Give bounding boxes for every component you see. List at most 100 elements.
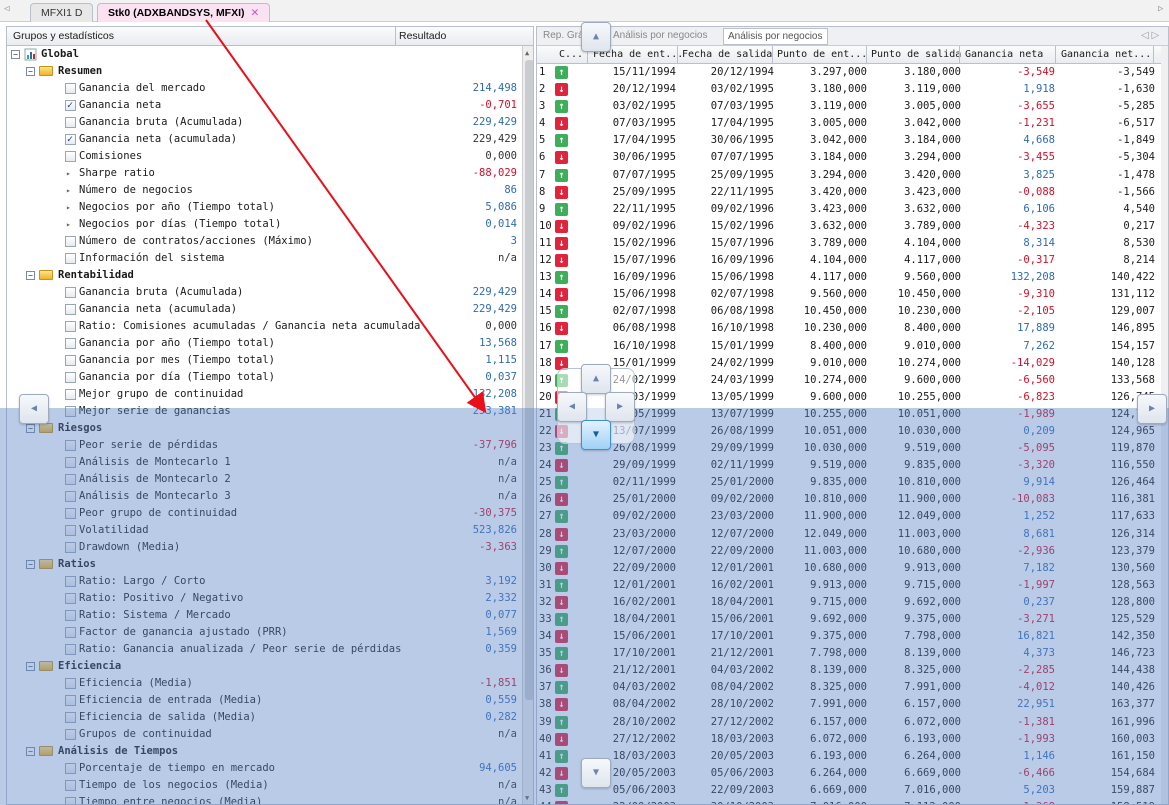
trade-row[interactable]: 1 ↑ 15/11/1994 20/12/1994 3.297,000 3.180,000… (537, 64, 1162, 82)
collapse-icon[interactable]: − (11, 50, 20, 59)
tree-row[interactable]: Eficiencia de salida (Media) 0,282 (7, 709, 521, 726)
tree-row[interactable]: Ganancia bruta (Acumulada) 229,429 (7, 284, 521, 301)
tab-strip-nav-icon[interactable]: ◁ ▷ (1141, 30, 1159, 41)
column-header[interactable]: Ganancia neta (965, 49, 1043, 60)
tab-analisis-negocios-1[interactable]: Análisis por negocios (613, 30, 708, 41)
tab-stk0[interactable]: Stk0 (ADXBANDSYS, MFXI) ✕ (97, 3, 271, 22)
trade-row[interactable]: 7 ↑ 07/07/1995 25/09/1995 3.294,000 3.420,000… (537, 166, 1162, 184)
column-header-result[interactable]: Resultado (399, 30, 446, 42)
tree-row[interactable]: Ratio: Sistema / Mercado 0,077 (7, 607, 521, 624)
trade-row[interactable]: 42 ↓ 20/05/2003 05/06/2003 6.264,000 6.669,00… (537, 765, 1162, 782)
tree-root[interactable]: − Global (7, 46, 521, 63)
column-header[interactable]: Punto de salida (871, 49, 961, 60)
tree-row[interactable]: Ganancia por año (Tiempo total) 13,568 (7, 335, 521, 352)
tree-row[interactable]: Ganancia neta (acumulada) 229,429 (7, 131, 521, 148)
row-checkbox[interactable] (65, 508, 76, 519)
trade-row[interactable]: 40 ↓ 27/12/2002 18/03/2003 6.072,000 6.193,00… (537, 731, 1162, 748)
trade-row[interactable]: 36 ↓ 21/12/2001 04/03/2002 8.139,000 8.325,00… (537, 662, 1162, 679)
tree-category[interactable]: − Resumen (7, 63, 521, 80)
row-checkbox[interactable] (65, 457, 76, 468)
trade-row[interactable]: 28 ↓ 23/03/2000 12/07/2000 12.049,000 11.003,… (537, 526, 1162, 543)
row-checkbox[interactable] (65, 610, 76, 621)
dock-center-right-icon[interactable]: ▶ (605, 392, 635, 422)
trade-row[interactable]: 24 ↓ 29/09/1999 02/11/1999 9.519,000 9.835,00… (537, 457, 1162, 474)
tree-row[interactable]: ▸ Negocios por año (Tiempo total) 5,086 (7, 199, 521, 216)
row-checkbox[interactable] (65, 627, 76, 638)
tree-row[interactable]: Ratio: Ganancia anualizada / Peor serie … (7, 641, 521, 658)
tree-row[interactable]: Tiempo entre negocios (Media) n/a (7, 794, 521, 804)
tree-row[interactable]: Ratio: Comisiones acumuladas / Ganancia … (7, 318, 521, 335)
tree-row[interactable]: Ganancia por día (Tiempo total) 0,037 (7, 369, 521, 386)
tree-row[interactable]: ▸ Negocios por días (Tiempo total) 0,014 (7, 216, 521, 233)
trade-row[interactable]: 13 ↑ 16/09/1996 15/06/1998 4.117,000 9.560,00… (537, 269, 1162, 287)
trade-row[interactable]: 31 ↑ 12/01/2001 16/02/2001 9.913,000 9.715,00… (537, 576, 1162, 594)
tree-category[interactable]: − Riesgos (7, 420, 521, 437)
row-checkbox[interactable] (65, 440, 76, 451)
collapse-icon[interactable]: − (26, 747, 35, 756)
trade-row[interactable]: 30 ↓ 22/09/2000 12/01/2001 10.680,000 9.913,0… (537, 560, 1162, 577)
tree-row[interactable]: Volatilidad 523,826 (7, 522, 521, 539)
tree-row[interactable]: Tiempo de los negocios (Media) n/a (7, 777, 521, 794)
row-checkbox[interactable] (65, 117, 76, 128)
trade-row[interactable]: 32 ↓ 16/02/2001 18/04/2001 9.715,000 9.692,00… (537, 594, 1162, 611)
tree-category[interactable]: − Ratios (7, 556, 521, 573)
scroll-up-icon[interactable]: ▲ (525, 49, 529, 57)
row-checkbox[interactable] (65, 491, 76, 502)
trade-row[interactable]: 16 ↓ 06/08/1998 16/10/1998 10.230,000 8.400,0… (537, 320, 1162, 337)
tree-row[interactable]: Factor de ganancia ajustado (PRR) 1,569 (7, 624, 521, 641)
collapse-icon[interactable]: − (26, 424, 35, 433)
dock-top-icon[interactable]: ▲ (581, 22, 611, 52)
column-header[interactable]: C... (559, 49, 583, 60)
trade-row[interactable]: 37 ↑ 04/03/2002 08/04/2002 8.325,000 7.991,00… (537, 679, 1162, 697)
row-checkbox[interactable] (65, 253, 76, 264)
column-header[interactable]: Fecha de salida (682, 49, 772, 60)
trade-row[interactable]: 25 ↑ 02/11/1999 25/01/2000 9.835,000 10.810,0… (537, 474, 1162, 492)
trade-row[interactable]: 5 ↑ 17/04/1995 30/06/1995 3.042,000 3.184,000… (537, 132, 1162, 150)
tree-row[interactable]: Peor serie de pérdidas -37,796 (7, 437, 521, 454)
tree-row[interactable]: ▸ Número de negocios 86 (7, 182, 521, 199)
vertical-scrollbar[interactable]: ▲ ▼ (522, 46, 533, 804)
scrollbar-thumb[interactable] (525, 60, 533, 700)
trade-row[interactable]: 38 ↓ 08/04/2002 28/10/2002 7.991,000 6.157,00… (537, 696, 1162, 713)
row-checkbox[interactable] (65, 525, 76, 536)
tree-category[interactable]: − Rentabilidad (7, 267, 521, 284)
row-checkbox[interactable] (65, 474, 76, 485)
trade-row[interactable]: 35 ↑ 17/10/2001 21/12/2001 7.798,000 8.139,00… (537, 645, 1162, 663)
trade-row[interactable]: 8 ↓ 25/09/1995 22/11/1995 3.420,000 3.423,000… (537, 184, 1162, 201)
trade-row[interactable]: 27 ↑ 09/02/2000 23/03/2000 11.900,000 12.049,… (537, 508, 1162, 526)
dock-bottom-icon[interactable]: ▼ (581, 758, 611, 788)
expand-arrow-icon[interactable]: ▸ (66, 165, 71, 182)
tree-row[interactable]: Mejor grupo de continuidad 132,208 (7, 386, 521, 403)
collapse-icon[interactable]: − (26, 271, 35, 280)
row-checkbox[interactable] (65, 338, 76, 349)
trade-row[interactable]: 34 ↓ 15/06/2001 17/10/2001 9.375,000 7.798,00… (537, 628, 1162, 645)
tab-scroll-right-icon[interactable]: ▷ (1158, 4, 1163, 14)
row-checkbox[interactable] (65, 321, 76, 332)
trade-row[interactable]: 2 ↓ 20/12/1994 03/02/1995 3.180,000 3.119,000… (537, 81, 1162, 98)
trade-row[interactable]: 3 ↑ 03/02/1995 07/03/1995 3.119,000 3.005,000… (537, 98, 1162, 116)
row-checkbox[interactable] (65, 593, 76, 604)
tree-row[interactable]: Eficiencia de entrada (Media) 0,559 (7, 692, 521, 709)
tree-row[interactable]: Porcentaje de tiempo en mercado 94,605 (7, 760, 521, 777)
row-checkbox[interactable] (65, 780, 76, 791)
expand-arrow-icon[interactable]: ▸ (66, 182, 71, 199)
tab-mfxi1[interactable]: MFXI1 D (30, 3, 94, 22)
trade-row[interactable]: 12 ↓ 15/07/1996 16/09/1996 4.104,000 4.117,00… (537, 252, 1162, 269)
trade-row[interactable]: 33 ↑ 18/04/2001 15/06/2001 9.692,000 9.375,00… (537, 611, 1162, 629)
column-header[interactable]: Ganancia net... (1061, 49, 1151, 60)
tree-row[interactable]: Ratio: Positivo / Negativo 2,332 (7, 590, 521, 607)
tree-row[interactable]: Eficiencia (Media) -1,851 (7, 675, 521, 692)
trade-row[interactable]: 9 ↑ 22/11/1995 09/02/1996 3.423,000 3.632,000… (537, 200, 1162, 218)
tree-row[interactable]: Drawdown (Media) -3,363 (7, 539, 521, 556)
row-checkbox[interactable] (65, 355, 76, 366)
trade-row[interactable]: 43 ↑ 05/06/2003 22/09/2003 6.669,000 7.016,00… (537, 781, 1162, 800)
row-checkbox[interactable] (65, 797, 76, 804)
tree-row[interactable]: Peor grupo de continuidad -30,375 (7, 505, 521, 522)
row-checkbox[interactable] (65, 406, 76, 417)
row-checkbox[interactable] (65, 712, 76, 723)
trade-row[interactable]: 10 ↓ 09/02/1996 15/02/1996 3.632,000 3.789,00… (537, 218, 1162, 235)
trade-row[interactable]: 11 ↓ 15/02/1996 15/07/1996 3.789,000 4.104,00… (537, 234, 1162, 253)
tree-row[interactable]: Ganancia bruta (Acumulada) 229,429 (7, 114, 521, 131)
row-checkbox[interactable] (65, 389, 76, 400)
trade-row[interactable]: 15 ↑ 02/07/1998 06/08/1998 10.450,000 10.230,… (537, 303, 1162, 321)
